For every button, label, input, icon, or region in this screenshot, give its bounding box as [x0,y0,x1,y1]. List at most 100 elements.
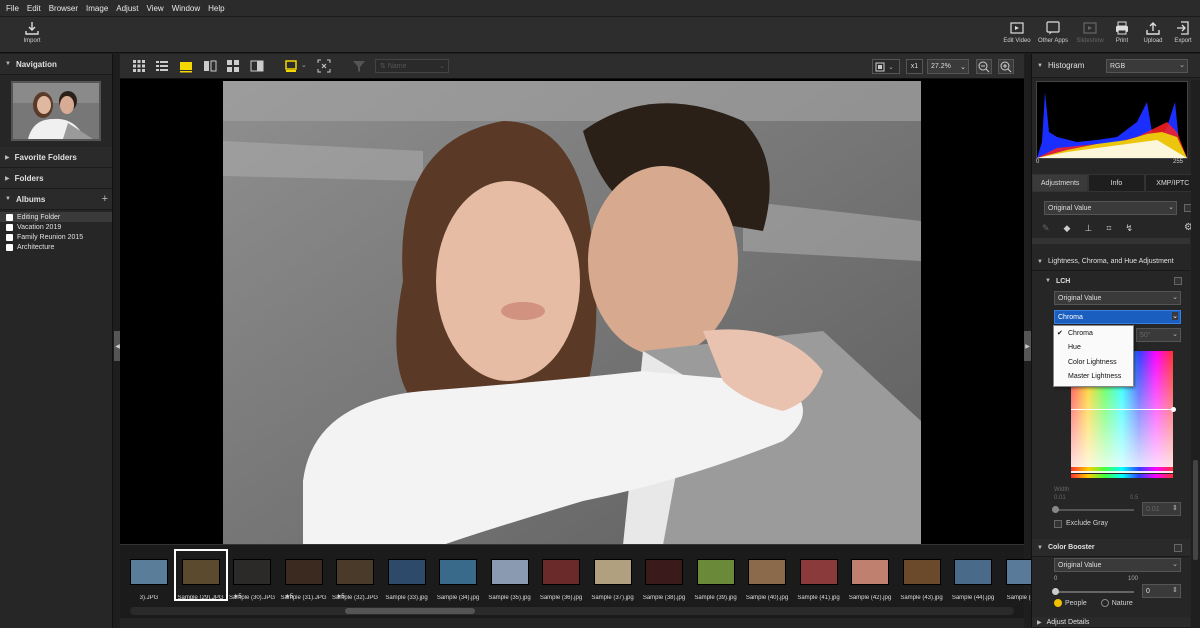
compare-view-icon[interactable] [203,59,217,73]
navigation-header[interactable]: ▼ Navigation [0,54,112,75]
before-after-icon[interactable] [250,59,264,73]
filmstrip-label: Sample (42).jpg [848,595,892,601]
tab-info[interactable]: Info [1088,174,1145,192]
multi-view-icon[interactable] [226,59,240,73]
filmstrip-thumbnail [490,559,529,585]
menu-image[interactable]: Image [86,4,108,13]
album-item[interactable]: Architecture [0,242,112,252]
brush-icon[interactable]: ✎ [1042,223,1050,234]
filmstrip-scrollbar[interactable] [130,607,1014,615]
booster-slider-handle[interactable] [1052,588,1059,595]
adjust-details-header[interactable]: ▶ Adjust Details [1032,617,1190,628]
channel-option-color-lightness[interactable]: Color Lightness [1054,355,1133,370]
chevron-down-icon[interactable]: ⌄ [301,61,307,69]
filmstrip-item[interactable]: Sample (42).jpg [845,551,895,601]
lch-section-header[interactable]: ▼ Lightness, Chroma, and Hue Adjustment [1032,253,1190,271]
channel-option-chroma[interactable]: ✔ Chroma [1054,326,1133,341]
straighten-icon[interactable]: ⊥ [1084,223,1092,234]
filmstrip-item[interactable]: 3).JPG [124,551,174,601]
album-item[interactable]: Vacation 2019 [0,222,112,232]
zoom-out-button[interactable] [976,59,992,74]
filmstrip-item[interactable]: Sample (30).JPG ★5 [227,551,277,601]
favorite-folders-header[interactable]: ▶ Favorite Folders [0,147,112,168]
filmstrip-thumbnail [748,559,786,585]
booster-preset-select[interactable]: Original Value ⌄ [1054,558,1181,572]
lch-subsection-header[interactable]: ▼ LCH [1040,272,1190,290]
spinner-icon: ⇕ [1172,587,1178,594]
channel-option-master-lightness[interactable]: Master Lightness [1054,370,1133,385]
filmstrip-item[interactable]: Sample (32).JPG ★5 [330,551,380,601]
filmstrip-item[interactable]: Sample (36).jpg [536,551,586,601]
eraser-icon[interactable]: ◆ [1064,223,1071,234]
booster-slider[interactable] [1052,588,1134,595]
menu-edit[interactable]: Edit [27,4,41,13]
filter-icon[interactable] [352,59,366,73]
export-button[interactable]: Export [1163,20,1200,44]
fit-screen-dropdown[interactable]: ⌄ [872,59,900,74]
filmstrip-item[interactable]: Sample (37).jpg [588,551,638,601]
zoom-multiplier-button[interactable]: x1 [906,59,923,74]
nature-radio[interactable] [1100,599,1109,607]
color-booster-header[interactable]: ▼ Color Booster [1032,539,1190,557]
chevron-down-icon: ⌄ [1172,561,1178,568]
lch-checkbox[interactable] [1174,277,1182,285]
channel-option-hue[interactable]: Hue [1054,341,1133,356]
album-item[interactable]: Editing Folder [0,212,112,222]
adjustment-preset-select[interactable]: Original Value ⌄ [1044,201,1177,215]
filmstrip-item[interactable]: Sample (40).jpg [742,551,792,601]
import-button[interactable]: Import [12,20,52,44]
histogram-header[interactable]: ▼ Histogram RGB ⌄ [1032,54,1200,78]
lch-curve-handle[interactable] [1171,407,1176,412]
filmstrip-item[interactable]: Sample (39).jpg [691,551,741,601]
album-item[interactable]: Family Reunion 2015 [0,232,112,242]
filmstrip-item[interactable]: Sample (44).jpg [948,551,998,601]
albums-header[interactable]: ▼ Albums + [0,189,112,210]
filmstrip-item[interactable]: Sample (31).JPG ★5 [279,551,329,601]
filmstrip-item[interactable]: Sample (41).jpg [794,551,844,601]
thumbnail-grid-icon[interactable] [132,59,146,73]
filmstrip-item[interactable]: Sample (34).jpg [433,551,483,601]
lch-preset-select[interactable]: Original Value ⌄ [1054,291,1181,305]
menu-browser[interactable]: Browser [49,4,78,13]
filmstrip-item[interactable]: Sample (43).jpg [897,551,947,601]
width-value-input[interactable]: 0.01 ⇕ [1142,502,1181,516]
width-slider-handle[interactable] [1052,506,1059,513]
filmstrip-item[interactable]: Sample (33).jpg [382,551,432,601]
list-view-icon[interactable] [155,59,169,73]
right-panel-scrollbar[interactable] [1191,80,1200,628]
fit-to-screen-icon[interactable] [317,59,331,73]
exclude-gray-checkbox[interactable] [1054,520,1062,528]
add-album-icon[interactable]: + [102,193,108,205]
tab-adjustments[interactable]: Adjustments [1032,174,1089,192]
crop-icon[interactable]: ⌗ [1106,223,1111,234]
scrollbar-thumb[interactable] [345,608,475,614]
menu-window[interactable]: Window [172,4,200,13]
lch-channel-select[interactable]: Chroma ⌄ [1054,310,1181,324]
edit-video-button[interactable]: Edit Video [997,20,1037,44]
zoom-in-button[interactable] [998,59,1014,74]
other-apps-button[interactable]: Other Apps [1033,20,1073,44]
menu-help[interactable]: Help [208,4,224,13]
color-booster-checkbox[interactable] [1174,544,1182,552]
people-radio[interactable] [1054,599,1062,607]
display-mode-icon[interactable] [285,59,299,73]
right-panel-collapse-handle[interactable]: ▶ [1024,331,1031,361]
booster-value-input[interactable]: 0 ⇕ [1142,584,1181,598]
menu-adjust[interactable]: Adjust [116,4,138,13]
filmstrip-item[interactable]: Sample (29).JPG [173,549,228,601]
menu-file[interactable]: File [6,4,19,13]
disabled-select[interactable]: 50° ⌄ [1136,328,1181,342]
scrollbar-thumb[interactable] [1193,460,1198,560]
width-slider[interactable] [1052,506,1134,513]
menu-view[interactable]: View [147,4,164,13]
navigation-thumbnail[interactable] [11,81,101,141]
retouch-icon[interactable]: ↯ [1125,223,1133,234]
sort-select[interactable]: ⇅ Name ⌄ [375,59,449,73]
folders-header[interactable]: ▶ Folders [0,168,112,189]
full-screen-view-icon[interactable] [179,59,193,73]
zoom-level-select[interactable]: 27.2% ⌄ [927,59,969,74]
main-photo[interactable] [223,81,921,545]
histogram-channel-select[interactable]: RGB ⌄ [1106,59,1188,73]
filmstrip-item[interactable]: Sample (35).jpg [485,551,535,601]
filmstrip-item[interactable]: Sample (38).jpg [639,551,689,601]
